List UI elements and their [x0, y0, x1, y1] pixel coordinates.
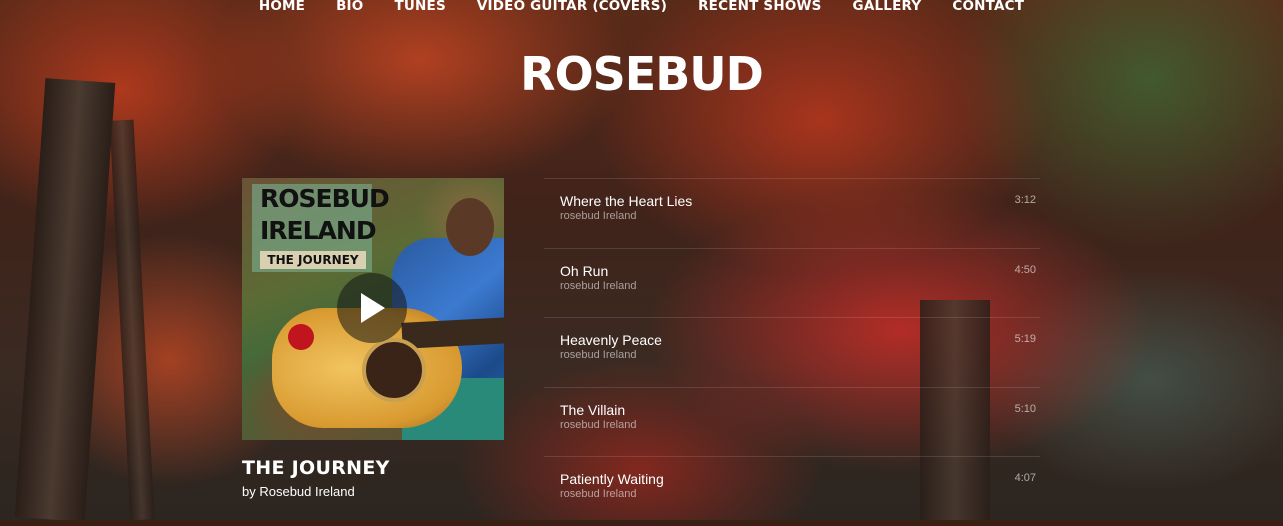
album-artist[interactable]: by Rosebud Ireland: [242, 483, 355, 501]
track-title: Where the Heart Lies: [560, 193, 693, 209]
play-button[interactable]: [337, 273, 407, 343]
track-duration: 4:07: [1014, 472, 1036, 484]
track-row[interactable]: Where the Heart Lies rosebud Ireland 3:1…: [544, 178, 1040, 248]
site-title[interactable]: ROSEBUD: [0, 46, 1283, 102]
nav-bio[interactable]: BIO: [336, 0, 363, 16]
track-title: The Villain: [560, 401, 626, 418]
nav-contact[interactable]: CONTACT: [952, 0, 1024, 16]
album-title[interactable]: THE JOURNEY: [242, 456, 390, 480]
track-duration: 3:12: [1014, 194, 1036, 206]
track-list: Where the Heart Lies rosebud Ireland 3:1…: [544, 178, 1040, 526]
track-artist: rosebud Ireland: [560, 488, 637, 500]
track-row[interactable]: Patiently Waiting rosebud Ireland 4:07: [544, 456, 1040, 526]
nav-tunes[interactable]: TUNES: [394, 0, 445, 16]
album-art-subtitle: THE JOURNEY: [260, 251, 366, 269]
track-artist: rosebud Ireland: [560, 418, 637, 431]
track-row[interactable]: Oh Run rosebud Ireland 4:50: [544, 247, 1040, 318]
track-title: Patiently Waiting: [560, 471, 664, 487]
nav-recent-shows[interactable]: RECENT SHOWS: [698, 0, 821, 16]
track-row[interactable]: The Villain rosebud Ireland 5:10: [544, 386, 1040, 457]
album-art-title-line2: IRELAND: [260, 216, 377, 245]
track-artist: rosebud Ireland: [560, 279, 637, 292]
nav-gallery[interactable]: GALLERY: [853, 0, 922, 16]
track-artist: rosebud Ireland: [560, 349, 637, 361]
track-title: Oh Run: [560, 262, 609, 279]
play-icon: [361, 293, 385, 323]
album-art[interactable]: ROSEBUD IRELAND THE JOURNEY: [242, 178, 504, 440]
track-row[interactable]: Heavenly Peace rosebud Ireland 5:19: [544, 317, 1040, 387]
track-duration: 5:10: [1014, 402, 1036, 415]
track-duration: 5:19: [1014, 333, 1036, 345]
album-art-title-line1: ROSEBUD: [260, 184, 390, 213]
nav-video-guitar[interactable]: VIDEO GUITAR (COVERS): [477, 0, 667, 16]
track-artist: rosebud Ireland: [560, 210, 637, 222]
track-duration: 4:50: [1014, 263, 1036, 276]
track-title: Heavenly Peace: [560, 332, 662, 348]
main-nav: HOME BIO TUNES VIDEO GUITAR (COVERS) REC…: [0, 0, 1283, 16]
nav-home[interactable]: HOME: [259, 0, 305, 16]
